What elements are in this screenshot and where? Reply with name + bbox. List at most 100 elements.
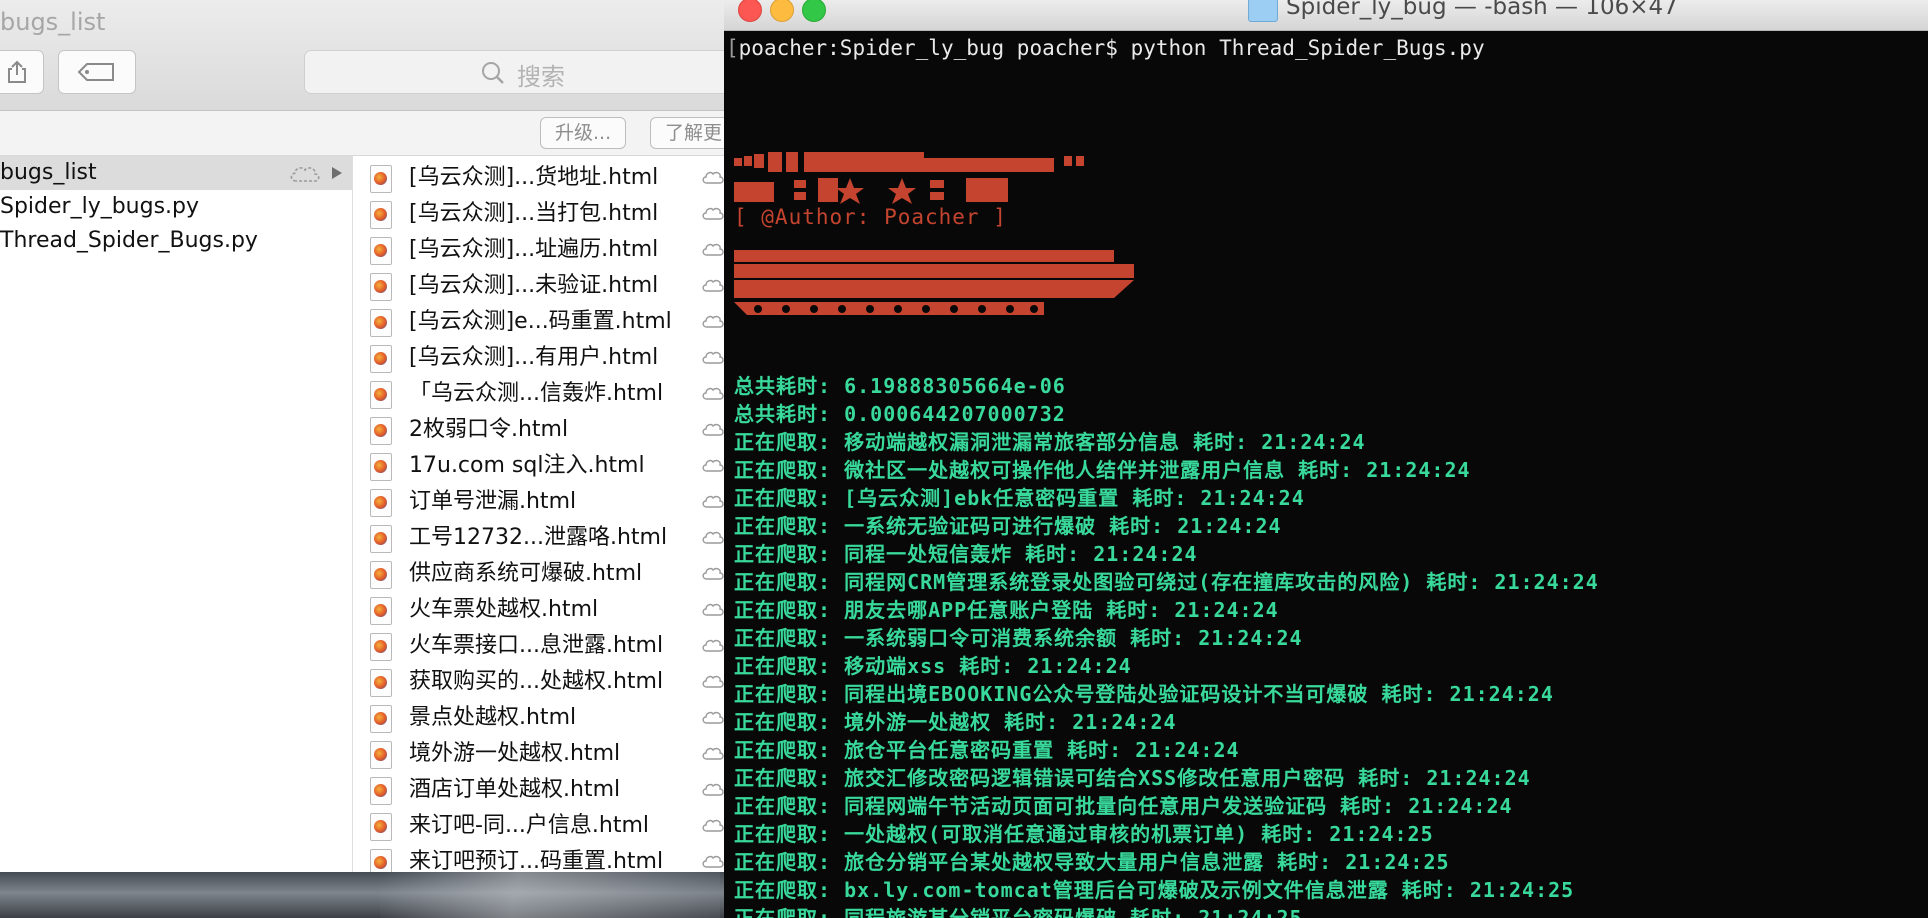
log-line: 正在爬取: 同程旅游某分销平台密码爆破 耗时: 21:24:25 <box>734 906 1303 918</box>
cloud-icon <box>702 819 724 832</box>
finder-column-folder: bugs_list Spider_ly_bugs.py Thread_Spide… <box>0 156 353 872</box>
firefox-html-icon <box>370 273 392 301</box>
log-line: 正在爬取: 移动端xss 耗时: 21:24:24 <box>734 654 1132 678</box>
file-list-item[interactable]: 火车票接口...息泄露.html <box>353 628 724 664</box>
file-name: 酒店订单处越权.html <box>409 777 621 802</box>
file-list-item[interactable]: 景点处越权.html <box>353 700 724 736</box>
search-icon <box>482 62 504 84</box>
list-item-spider-ly-bugs-py[interactable]: Spider_ly_bugs.py <box>0 190 352 224</box>
file-name: 景点处越权.html <box>409 705 577 730</box>
shell-prompt: [poacher:Spider_ly_bug poacher$ python T… <box>726 36 1485 60</box>
file-list-item[interactable]: [乌云众测]e...码重置.html <box>353 304 724 340</box>
file-name: 订单号泄漏.html <box>409 489 577 514</box>
file-list-item[interactable]: [乌云众测]...货地址.html <box>353 160 724 196</box>
tag-button[interactable] <box>58 50 136 94</box>
cloud-icon <box>702 459 724 472</box>
firefox-html-icon <box>370 597 392 625</box>
file-list-item[interactable]: 酒店订单处越权.html <box>353 772 724 808</box>
log-line: 正在爬取: 同程出境EBOOKING公众号登陆处验证码设计不当可爆破 耗时: 2… <box>734 682 1554 706</box>
file-list-item[interactable]: [乌云众测]...未验证.html <box>353 268 724 304</box>
disclosure-arrow-icon <box>332 167 342 179</box>
log-line: 正在爬取: 旅仓平台任意密码重置 耗时: 21:24:24 <box>734 738 1240 762</box>
cloud-icon <box>702 783 724 796</box>
search-input[interactable]: 搜索 <box>304 50 724 94</box>
file-list-item[interactable]: 来订吧预订...码重置.html <box>353 844 724 872</box>
firefox-html-icon <box>370 669 392 697</box>
finder-window: bugs_list 搜索 升级... 了解更 bugs_list Spider_… <box>0 0 724 872</box>
list-item-label: Spider_ly_bugs.py <box>0 194 200 219</box>
file-list-item[interactable]: 供应商系统可爆破.html <box>353 556 724 592</box>
file-list-item[interactable]: 订单号泄漏.html <box>353 484 724 520</box>
file-list-item[interactable]: 工号12732...泄露咯.html <box>353 520 724 556</box>
cloud-icon <box>702 315 724 328</box>
share-button[interactable] <box>0 50 44 94</box>
file-list-item[interactable]: 境外游一处越权.html <box>353 736 724 772</box>
firefox-html-icon <box>370 849 392 872</box>
file-list-item[interactable]: 来订吧-同...户信息.html <box>353 808 724 844</box>
learn-more-button[interactable]: 了解更 <box>650 117 724 149</box>
cloud-icon <box>702 567 724 580</box>
cloud-icon <box>702 495 724 508</box>
file-name: 火车票处越权.html <box>409 597 599 622</box>
file-name: [乌云众测]...当打包.html <box>409 201 659 226</box>
firefox-html-icon <box>370 489 392 517</box>
firefox-html-icon <box>370 813 392 841</box>
cloud-icon <box>702 711 724 724</box>
firefox-html-icon <box>370 165 392 193</box>
firefox-html-icon <box>370 417 392 445</box>
file-name: [乌云众测]...址遍历.html <box>409 237 659 262</box>
file-list-item[interactable]: [乌云众测]...址遍历.html <box>353 232 724 268</box>
log-line: 正在爬取: 一处越权(可取消任意通过审核的机票订单) 耗时: 21:24:25 <box>734 822 1434 846</box>
cloud-icon <box>702 279 724 292</box>
zoom-button[interactable] <box>802 0 826 22</box>
cloud-icon <box>702 423 724 436</box>
cloud-icon <box>702 387 724 400</box>
firefox-html-icon <box>370 309 392 337</box>
file-list-item[interactable]: 17u.com sql注入.html <box>353 448 724 484</box>
file-name: 境外游一处越权.html <box>409 741 621 766</box>
close-button[interactable] <box>738 0 762 22</box>
log-line: 正在爬取: 朋友去哪APP任意账户登陆 耗时: 21:24:24 <box>734 598 1279 622</box>
cloud-icon <box>702 171 724 184</box>
file-list-item[interactable]: [乌云众测]...有用户.html <box>353 340 724 376</box>
upgrade-button[interactable]: 升级... <box>540 117 627 149</box>
file-list-item[interactable]: 火车票处越权.html <box>353 592 724 628</box>
file-name: [乌云众测]...货地址.html <box>409 165 659 190</box>
file-name: [乌云众测]...有用户.html <box>409 345 659 370</box>
cloud-icon <box>702 855 724 868</box>
file-name: 获取购买的...处越权.html <box>409 669 664 694</box>
log-line: 正在爬取: 一系统无验证码可进行爆破 耗时: 21:24:24 <box>734 514 1282 538</box>
cloud-icon <box>702 207 724 220</box>
folder-icon <box>1248 0 1278 22</box>
list-item-bugs-list-folder[interactable]: bugs_list <box>0 156 352 190</box>
log-line: 总共耗时: 6.19888305664e-06 <box>734 374 1066 398</box>
file-name: [乌云众测]e...码重置.html <box>409 309 672 334</box>
firefox-html-icon <box>370 777 392 805</box>
file-name: 17u.com sql注入.html <box>409 453 645 478</box>
firefox-html-icon <box>370 345 392 373</box>
cloud-icon <box>702 747 724 760</box>
log-line: 正在爬取: 微社区一处越权可操作他人结伴并泄露用户信息 耗时: 21:24:24 <box>734 458 1471 482</box>
file-list-item[interactable]: 「乌云众测...信轰炸.html <box>353 376 724 412</box>
log-line: 正在爬取: [乌云众测]ebk任意密码重置 耗时: 21:24:24 <box>734 486 1305 510</box>
log-line: 正在爬取: 旅仓分销平台某处越权导致大量用户信息泄露 耗时: 21:24:25 <box>734 850 1450 874</box>
log-line: 正在爬取: 同程网CRM管理系统登录处图验可绕过(存在撞库攻击的风险) 耗时: … <box>734 570 1599 594</box>
finder-column-files: [乌云众测]...货地址.html [乌云众测]...当打包.html [乌云众测]… <box>353 156 724 872</box>
file-list-item[interactable]: [乌云众测]...当打包.html <box>353 196 724 232</box>
cloud-icon <box>702 351 724 364</box>
file-name: 「乌云众测...信轰炸.html <box>409 381 664 406</box>
icloud-status-bar: 升级... 了解更 <box>0 111 724 156</box>
file-name: 来订吧预订...码重置.html <box>409 849 664 872</box>
file-list-item[interactable]: 获取购买的...处越权.html <box>353 664 724 700</box>
minimize-button[interactable] <box>770 0 794 22</box>
file-name: 火车票接口...息泄露.html <box>409 633 664 658</box>
file-name: 工号12732...泄露咯.html <box>409 525 668 550</box>
file-name: [乌云众测]...未验证.html <box>409 273 659 298</box>
cloud-icon <box>290 167 320 182</box>
cloud-icon <box>702 639 724 652</box>
log-line: 正在爬取: 同程网端午节活动页面可批量向任意用户发送验证码 耗时: 21:24:… <box>734 794 1513 818</box>
file-list-item[interactable]: 2枚弱口令.html <box>353 412 724 448</box>
list-item-thread-spider-bugs-py[interactable]: Thread_Spider_Bugs.py <box>0 224 352 258</box>
firefox-html-icon <box>370 633 392 661</box>
finder-toolbar: bugs_list 搜索 <box>0 0 724 111</box>
